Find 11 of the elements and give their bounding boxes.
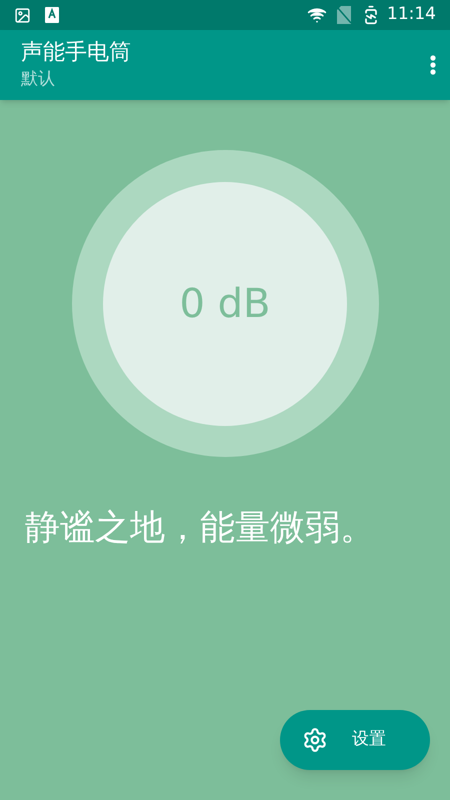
more-icon (430, 55, 436, 75)
decibel-reading: 0 dB (180, 280, 270, 328)
text-icon (45, 7, 59, 23)
settings-icon (302, 727, 328, 753)
image-icon (14, 6, 31, 24)
status-message: 静谧之地，能量微弱。 (24, 507, 376, 550)
app-title: 声能手电筒 (21, 39, 132, 67)
settings-button[interactable]: 设置 (280, 710, 430, 770)
app-subtitle: 默认 (21, 68, 56, 91)
no-sim-icon (337, 6, 351, 24)
clock-time: 11:14 (387, 3, 436, 26)
